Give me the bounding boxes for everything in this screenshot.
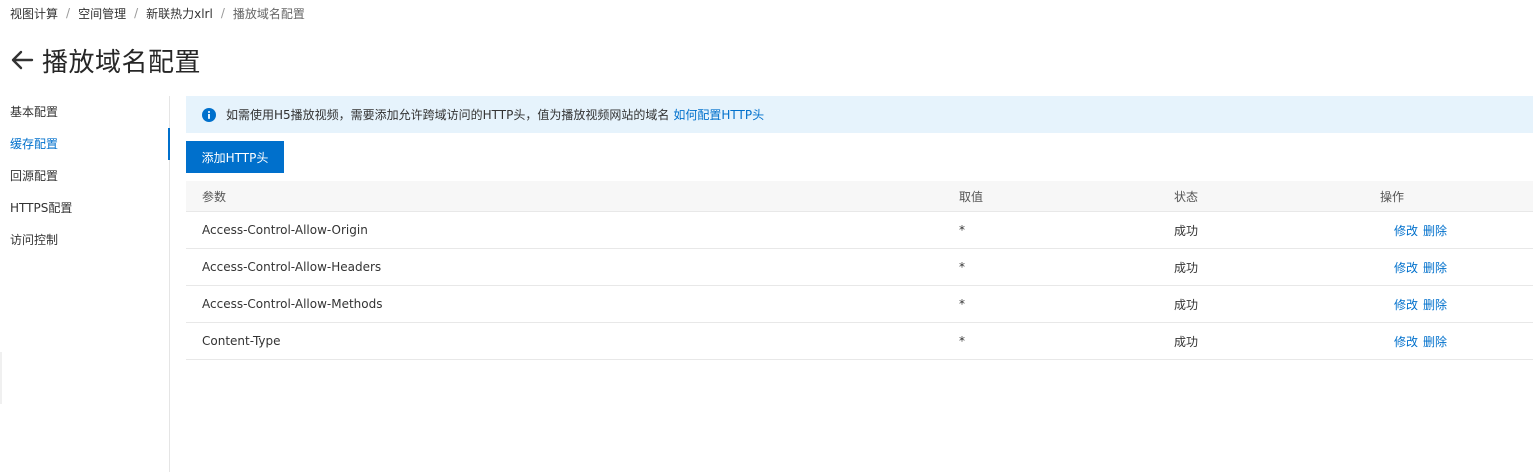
cell-actions: 修改 删除 — [1380, 296, 1533, 313]
breadcrumb-item-space-management[interactable]: 空间管理 — [78, 5, 126, 22]
sidebar-item-label: HTTPS配置 — [10, 201, 73, 215]
cell-value: * — [959, 334, 965, 348]
sidebar-item-cache-config[interactable]: 缓存配置 — [0, 128, 170, 160]
page-header: 播放域名配置 — [10, 42, 201, 78]
cell-status: 成功 — [1174, 223, 1199, 238]
main-content: 如需使用H5播放视频，需要添加允许跨域访问的HTTP头，值为播放视频网站的域名 … — [186, 96, 1533, 360]
page-title: 播放域名配置 — [42, 47, 202, 78]
how-to-config-http-header-link[interactable]: 如何配置HTTP头 — [673, 106, 764, 123]
delete-link[interactable]: 删除 — [1423, 333, 1447, 350]
breadcrumb-item-current: 播放域名配置 — [232, 6, 305, 21]
table-row: Access-Control-Allow-Headers * 成功 修改 删除 — [186, 249, 1533, 286]
breadcrumb-separator: / — [134, 6, 139, 20]
cell-param: Access-Control-Allow-Methods — [202, 297, 383, 311]
breadcrumb-item-space[interactable]: 新联热力xlrl — [146, 5, 213, 22]
cell-value: * — [959, 223, 965, 237]
breadcrumb-separator: / — [220, 6, 225, 20]
info-icon — [202, 107, 216, 122]
delete-link[interactable]: 删除 — [1423, 296, 1447, 313]
table-row: Access-Control-Allow-Origin * 成功 修改 删除 — [186, 212, 1533, 249]
breadcrumb-item-view-compute[interactable]: 视图计算 — [10, 5, 58, 22]
table-row: Access-Control-Allow-Methods * 成功 修改 删除 — [186, 286, 1533, 323]
breadcrumb-separator: / — [66, 6, 71, 20]
info-notice: 如需使用H5播放视频，需要添加允许跨域访问的HTTP头，值为播放视频网站的域名 … — [186, 96, 1533, 133]
notice-text: 如需使用H5播放视频，需要添加允许跨域访问的HTTP头，值为播放视频网站的域名 — [226, 108, 670, 122]
delete-link[interactable]: 删除 — [1423, 222, 1447, 239]
column-header-param: 参数 — [202, 189, 227, 204]
sidebar-item-access-control[interactable]: 访问控制 — [0, 224, 169, 256]
back-arrow-icon[interactable] — [10, 49, 36, 71]
sidebar-item-https-config[interactable]: HTTPS配置 — [0, 192, 169, 224]
cell-value: * — [959, 260, 965, 274]
sidebar-item-label: 缓存配置 — [10, 137, 59, 151]
cell-actions: 修改 删除 — [1380, 222, 1533, 239]
cell-value: * — [959, 297, 965, 311]
breadcrumb: 视图计算 / 空间管理 / 新联热力xlrl / 播放域名配置 — [10, 5, 305, 21]
cell-actions: 修改 删除 — [1380, 333, 1533, 350]
sidebar-item-label: 基本配置 — [10, 105, 59, 119]
column-header-status: 状态 — [1174, 189, 1199, 204]
cell-param: Access-Control-Allow-Origin — [202, 223, 368, 237]
sidebar: 基本配置 缓存配置 回源配置 HTTPS配置 访问控制 — [0, 96, 170, 472]
cell-param: Access-Control-Allow-Headers — [202, 260, 382, 274]
sidebar-item-label: 访问控制 — [10, 233, 59, 247]
edit-link[interactable]: 修改 — [1394, 333, 1418, 350]
http-header-table: 参数 取值 状态 操作 Access-Control-Allow-Origin … — [186, 181, 1533, 360]
collapse-handle[interactable] — [0, 352, 2, 404]
delete-link[interactable]: 删除 — [1423, 259, 1447, 276]
column-header-actions: 操作 — [1380, 189, 1405, 204]
table-row: Content-Type * 成功 修改 删除 — [186, 323, 1533, 360]
cell-status: 成功 — [1174, 260, 1199, 275]
sidebar-item-basic-config[interactable]: 基本配置 — [0, 96, 169, 128]
cell-status: 成功 — [1174, 334, 1199, 349]
sidebar-item-label: 回源配置 — [10, 169, 59, 183]
column-header-value: 取值 — [959, 189, 984, 204]
cell-actions: 修改 删除 — [1380, 259, 1533, 276]
add-http-header-button[interactable]: 添加HTTP头 — [186, 141, 284, 173]
edit-link[interactable]: 修改 — [1394, 222, 1418, 239]
edit-link[interactable]: 修改 — [1394, 296, 1418, 313]
table-header: 参数 取值 状态 操作 — [186, 181, 1533, 212]
sidebar-item-origin-config[interactable]: 回源配置 — [0, 160, 169, 192]
cell-param: Content-Type — [202, 334, 281, 348]
cell-status: 成功 — [1174, 297, 1199, 312]
edit-link[interactable]: 修改 — [1394, 259, 1418, 276]
